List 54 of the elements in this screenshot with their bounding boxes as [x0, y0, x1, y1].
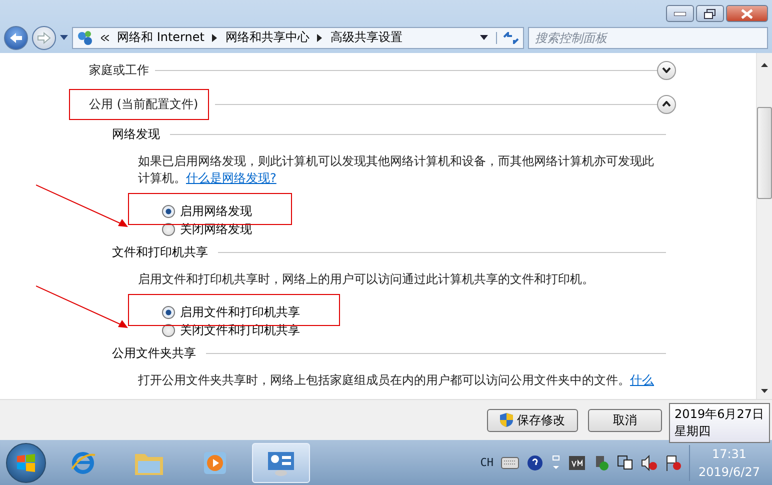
chevrons-icon [101, 34, 109, 40]
minimize-button[interactable] [666, 5, 694, 22]
scroll-down-icon[interactable] [761, 389, 768, 393]
forward-arrow-icon [37, 32, 51, 44]
profile-heading: 家庭或工作 [89, 62, 149, 78]
restore-button[interactable] [696, 5, 724, 22]
network-icon [77, 30, 93, 46]
breadcrumb-item[interactable]: 网络和 Internet [117, 29, 204, 46]
date-tooltip: 2019年6月27日 星期四 [668, 403, 770, 443]
scroll-up-icon[interactable] [761, 63, 768, 67]
profile-heading: 公用 (当前配置文件) [89, 96, 198, 112]
forward-button[interactable] [32, 26, 56, 50]
close-button[interactable] [726, 5, 768, 22]
help-icon[interactable] [527, 454, 544, 470]
taskbar-app[interactable] [252, 442, 310, 482]
help-link[interactable]: 什么是网络发现? [186, 171, 276, 185]
section-description: 启用文件和打印机共享时，网络上的用户可以访问通过此计算机共享的文件和打印机。 [138, 271, 595, 288]
action-center-flag-icon[interactable] [665, 454, 682, 470]
refresh-icon[interactable] [496, 32, 519, 44]
save-button[interactable]: 保存修改 [487, 408, 578, 432]
breadcrumb-arrow-icon [212, 34, 218, 42]
search-field[interactable]: 搜索控制面板 [528, 26, 768, 48]
start-button[interactable] [6, 442, 46, 482]
dropdown-icon[interactable] [480, 35, 488, 40]
section-description: 如果已启用网络发现，则此计算机可以发现其他网络计算机和设备，而其他网络计算机亦可发现此计算机。什么是网络发现? [138, 153, 655, 187]
restore-icon [704, 8, 716, 18]
radio-option[interactable]: 启用网络发现 [162, 203, 252, 219]
section-heading: 公用文件夹共享 [112, 344, 196, 362]
muted-speaker-icon[interactable] [641, 454, 658, 470]
back-arrow-icon [9, 32, 23, 44]
usb-device-icon[interactable] [593, 454, 610, 470]
vm-icon[interactable] [569, 456, 586, 470]
help-link[interactable]: 什么 [630, 373, 654, 387]
radio-option[interactable]: 启用文件和打印机共享 [162, 304, 300, 320]
minimize-icon [674, 12, 686, 16]
chevron-up-icon [662, 101, 671, 107]
breadcrumb-item[interactable]: 网络和共享中心 [225, 29, 310, 46]
expand-toggle[interactable] [657, 60, 676, 80]
network-status-icon[interactable] [617, 454, 634, 470]
cancel-button[interactable]: 取消 [588, 408, 662, 432]
section-description: 打开公用文件夹共享时，网络上包括家庭组成员在内的用户都可以访问公用文件夹中的文件。什么 [138, 372, 655, 389]
back-button[interactable] [4, 26, 28, 50]
expand-toggle[interactable] [657, 94, 676, 114]
chevron-down-icon [662, 67, 671, 73]
language-indicator[interactable]: CH [480, 456, 494, 469]
section-heading: 文件和打印机共享 [112, 244, 208, 260]
breadcrumb-item[interactable]: 高级共享设置 [330, 29, 402, 46]
windows-logo-icon [16, 454, 36, 472]
breadcrumb-arrow-icon [317, 34, 322, 42]
section-heading: 网络发现 [112, 126, 160, 142]
address-bar[interactable]: 网络和 Internet 网络和共享中心 高级共享设置 [72, 26, 524, 48]
close-icon [741, 8, 753, 18]
keyboard-icon[interactable] [501, 456, 520, 468]
scrollbar[interactable] [756, 53, 772, 399]
